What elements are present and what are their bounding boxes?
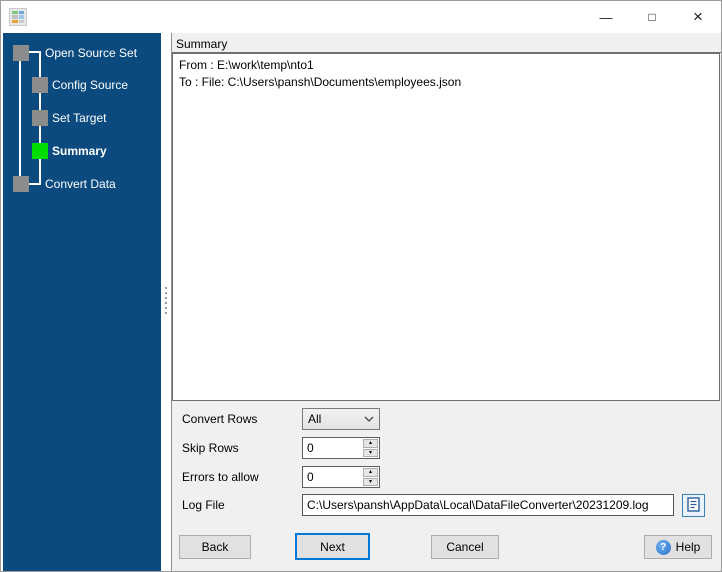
log-file-label: Log File (182, 498, 225, 512)
maximize-button[interactable]: □ (629, 1, 675, 33)
wizard-steps-sidebar: Open Source Set Config Source Set Target… (3, 33, 161, 571)
minimize-button[interactable]: — (583, 1, 629, 33)
chevron-down-icon (364, 416, 374, 422)
convert-rows-value: All (308, 412, 322, 426)
skip-rows-value[interactable]: 0 (303, 438, 362, 458)
step-marker-summary-active (32, 143, 48, 159)
tree-connector-line (19, 53, 21, 184)
log-file-input[interactable] (302, 494, 674, 516)
help-button[interactable]: ? Help (644, 535, 712, 559)
step-convert-data: Convert Data (45, 177, 116, 191)
back-button[interactable]: Back (179, 535, 251, 559)
convert-rows-label: Convert Rows (182, 412, 258, 426)
log-document-icon (687, 496, 700, 515)
maximize-icon: □ (648, 10, 656, 24)
summary-line-to: To : File: C:\Users\pansh\Documents\empl… (179, 75, 462, 89)
skip-rows-spinner[interactable]: 0 ▴ ▾ (302, 437, 380, 459)
step-marker-convert-data (13, 176, 29, 192)
step-open-source-set: Open Source Set (45, 46, 138, 60)
wizard-buttons-row: Back Next Cancel ? Help (172, 529, 721, 571)
splitter-grip-icon (165, 287, 167, 317)
close-button[interactable]: × (675, 1, 721, 33)
window-content: Open Source Set Config Source Set Target… (1, 33, 721, 571)
errors-down-icon[interactable]: ▾ (363, 477, 378, 486)
step-marker-config-source (32, 77, 48, 93)
cancel-button[interactable]: Cancel (431, 535, 499, 559)
main-panel: Summary From : E:\work\temp\nto1 To : Fi… (171, 33, 721, 571)
next-button[interactable]: Next (295, 533, 370, 560)
errors-to-allow-value[interactable]: 0 (303, 467, 362, 487)
open-log-button[interactable] (682, 494, 705, 517)
convert-rows-dropdown[interactable]: All (302, 408, 380, 430)
step-marker-set-target (32, 110, 48, 126)
data-file-converter-window: — □ × Open Source Set Config Source Set … (0, 0, 722, 572)
skip-rows-label: Skip Rows (182, 441, 239, 455)
help-question-icon: ? (655, 539, 671, 555)
title-bar: — □ × (1, 1, 721, 33)
step-summary: Summary (52, 144, 107, 158)
skip-rows-down-icon[interactable]: ▾ (363, 448, 378, 457)
errors-up-icon[interactable]: ▴ (363, 468, 378, 477)
close-icon: × (693, 7, 703, 26)
app-icon (9, 8, 27, 26)
step-marker-open-source-set (13, 45, 29, 61)
step-set-target: Set Target (52, 111, 107, 125)
summary-line-from: From : E:\work\temp\nto1 (179, 58, 314, 72)
step-config-source: Config Source (52, 78, 129, 92)
errors-to-allow-spinner[interactable]: 0 ▴ ▾ (302, 466, 380, 488)
errors-to-allow-label: Errors to allow (182, 470, 259, 484)
minimize-icon: — (599, 9, 613, 25)
skip-rows-up-icon[interactable]: ▴ (363, 439, 378, 448)
sidebar-splitter[interactable] (161, 33, 171, 571)
conversion-options-form: Convert Rows All Skip Rows 0 ▴ ▾ Errors … (172, 401, 721, 529)
page-title: Summary (172, 33, 721, 53)
summary-text-box: From : E:\work\temp\nto1 To : File: C:\U… (172, 53, 720, 401)
help-button-label: Help (675, 540, 701, 554)
